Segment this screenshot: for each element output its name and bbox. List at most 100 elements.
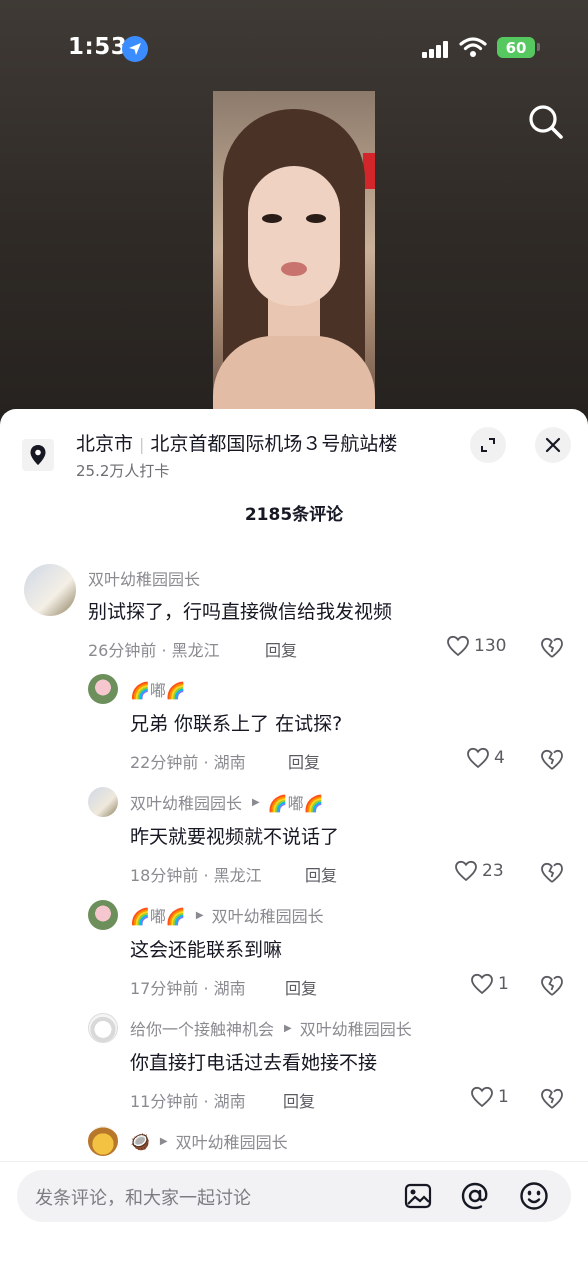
comment-username[interactable]: 双叶幼稚园园长 — [88, 566, 200, 590]
location-checkins: 25.2万人打卡 — [76, 462, 170, 480]
avatar[interactable] — [88, 1126, 118, 1156]
like-button[interactable]: 1 — [470, 1086, 509, 1108]
status-time: 1:53 — [68, 34, 128, 60]
comment-item: 🥥 ▶ 双叶幼稚园园长 — [0, 1123, 588, 1161]
comment-text: 兄弟 你联系上了 在试探? — [130, 713, 343, 735]
dislike-button[interactable] — [539, 748, 565, 772]
comment-time-location: 11分钟前 · 湖南 — [130, 1092, 246, 1111]
comments-sheet: 北京市 | 北京首都国际机场３号航站楼 25.2万人打卡 2185条评论 双叶幼稚园… — [0, 409, 588, 1280]
comment-input-placeholder: 发条评论，和大家一起讨论 — [35, 1188, 251, 1209]
dislike-button[interactable] — [539, 861, 565, 885]
search-icon — [529, 105, 563, 139]
like-count: 1 — [498, 1087, 509, 1107]
dislike-button[interactable] — [539, 636, 565, 660]
username-text: 🥥 — [130, 1131, 150, 1151]
comment-username[interactable]: 🌈嘟🌈 — [130, 677, 186, 701]
like-button[interactable]: 130 — [446, 635, 506, 657]
comment-item: 给你一个接触神机会 ▶ 双叶幼稚园园长 你直接打电话过去看她接不接 11分钟前 · … — [0, 1010, 588, 1120]
avatar[interactable] — [24, 564, 76, 616]
reply-arrow-icon: ▶ — [252, 796, 260, 808]
image-icon — [404, 1183, 432, 1209]
location-city: 北京市 — [76, 433, 134, 455]
heart-icon — [455, 860, 477, 882]
image-button[interactable] — [402, 1180, 434, 1212]
username-text: 🌈嘟🌈 — [130, 681, 186, 700]
battery-tip — [537, 43, 540, 51]
avatar[interactable] — [88, 674, 118, 704]
reply-button[interactable]: 回复 — [283, 1088, 315, 1112]
video-background: 1:53 60 — [0, 0, 588, 420]
avatar[interactable] — [88, 1013, 118, 1043]
location-title[interactable]: 北京市 | 北京首都国际机场３号航站楼 — [76, 429, 397, 456]
at-icon — [461, 1182, 488, 1210]
comment-item: 🌈嘟🌈 ▶ 双叶幼稚园园长 这会还能联系到嘛 17分钟前 · 湖南 回复 1 — [0, 897, 588, 1007]
reply-button[interactable]: 回复 — [285, 975, 317, 999]
avatar[interactable] — [88, 900, 118, 930]
comment-item: 双叶幼稚园园长 别试探了，行吗直接微信给我发视频 26分钟前 · 黑龙江 回复 … — [0, 559, 588, 669]
shoulders-shape — [213, 336, 375, 411]
like-button[interactable]: 23 — [454, 860, 504, 882]
left-eye — [262, 214, 282, 223]
heart-icon — [471, 1086, 493, 1108]
broken-heart-icon — [541, 975, 563, 996]
video-thumbnail[interactable] — [213, 91, 375, 411]
dislike-button[interactable] — [539, 1087, 565, 1111]
heart-icon — [467, 747, 489, 769]
reply-button[interactable]: 回复 — [265, 637, 297, 661]
comment-text: 这会还能联系到嘛 — [130, 939, 283, 961]
like-button[interactable]: 4 — [466, 747, 505, 769]
comment-count: 2185条评论 — [244, 505, 344, 525]
comment-text: 别试探了，行吗直接微信给我发视频 — [88, 601, 393, 623]
expand-button[interactable] — [470, 427, 506, 463]
status-bar: 1:53 60 — [0, 0, 588, 92]
comment-username[interactable]: 🌈嘟🌈 ▶ 双叶幼稚园园长 — [130, 903, 324, 927]
reply-to-user[interactable]: 双叶幼稚园园长 — [176, 1129, 288, 1153]
broken-heart-icon — [541, 1088, 563, 1109]
like-count: 130 — [474, 636, 507, 656]
username-text: 双叶幼稚园园长 — [130, 794, 243, 813]
reply-button[interactable]: 回复 — [305, 862, 337, 886]
comment-time-location: 22分钟前 · 湖南 — [130, 753, 246, 772]
battery-level: 60 — [497, 37, 535, 58]
comment-input-bar: 发条评论，和大家一起讨论 — [0, 1161, 588, 1280]
heart-icon — [471, 973, 493, 995]
broken-heart-icon — [541, 637, 563, 658]
reply-to-user[interactable]: 双叶幼稚园园长 — [300, 1016, 412, 1040]
reply-to-user[interactable]: 🌈嘟🌈 — [268, 790, 324, 814]
emoji-icon — [520, 1182, 548, 1210]
location-header[interactable]: 北京市 | 北京首都国际机场３号航站楼 25.2万人打卡 — [0, 409, 588, 494]
broken-heart-icon — [541, 749, 563, 770]
username-text: 给你一个接触神机会 — [130, 1020, 275, 1039]
location-services-icon — [122, 36, 148, 62]
comment-time-location: 17分钟前 · 湖南 — [130, 979, 246, 998]
mention-button[interactable] — [459, 1180, 491, 1212]
close-button[interactable] — [535, 427, 571, 463]
comment-item: 🌈嘟🌈 兄弟 你联系上了 在试探? 22分钟前 · 湖南 回复 4 — [0, 671, 588, 781]
like-count: 4 — [494, 748, 505, 768]
like-count: 1 — [498, 974, 509, 994]
comment-time-location: 26分钟前 · 黑龙江 — [88, 641, 220, 660]
lips — [281, 262, 307, 276]
wifi-icon — [459, 36, 487, 62]
cellular-signal-icon — [422, 40, 450, 58]
reply-to-user[interactable]: 双叶幼稚园园长 — [212, 903, 324, 927]
broken-heart-icon — [541, 862, 563, 883]
emoji-button[interactable] — [518, 1180, 550, 1212]
comment-text: 昨天就要视频就不说话了 — [130, 826, 340, 848]
face-shape — [248, 166, 340, 306]
comment-username[interactable]: 给你一个接触神机会 ▶ 双叶幼稚园园长 — [130, 1016, 412, 1040]
location-place: 北京首都国际机场３号航站楼 — [150, 433, 398, 455]
reply-arrow-icon: ▶ — [159, 1135, 168, 1147]
search-button[interactable] — [524, 100, 568, 144]
comment-username[interactable]: 双叶幼稚园园长 ▶ 🌈嘟🌈 — [130, 790, 324, 814]
dislike-button[interactable] — [539, 974, 565, 998]
right-eye — [306, 214, 326, 223]
comment-username[interactable]: 🥥 ▶ 双叶幼稚园园长 — [130, 1129, 288, 1153]
reply-button[interactable]: 回复 — [288, 749, 320, 773]
like-button[interactable]: 1 — [470, 973, 509, 995]
comment-input[interactable]: 发条评论，和大家一起讨论 — [17, 1170, 571, 1222]
avatar[interactable] — [88, 787, 118, 817]
comment-text: 你直接打电话过去看她接不接 — [130, 1052, 378, 1074]
reply-arrow-icon: ▶ — [284, 1022, 292, 1034]
like-count: 23 — [482, 861, 504, 881]
